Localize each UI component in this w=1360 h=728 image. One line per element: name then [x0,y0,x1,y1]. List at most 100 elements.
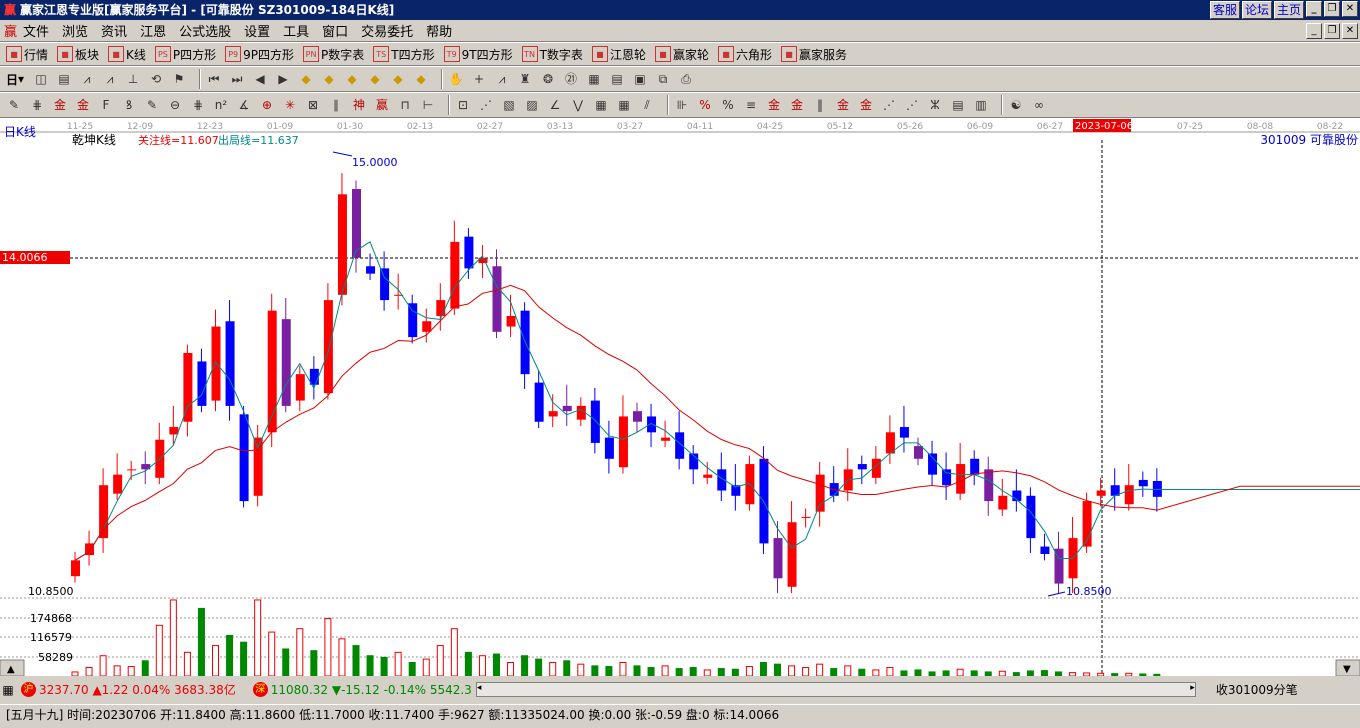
crosshair-icon[interactable]: + [471,71,487,87]
scroll-left-arrow[interactable]: ◂ [477,683,482,696]
gear-icon[interactable]: ❂ [540,71,556,87]
pen-icon[interactable]: ✎ [6,97,22,113]
menu-tools[interactable]: 工具 [283,21,309,40]
menu-file[interactable]: 文件 [23,21,49,40]
menu-formula[interactable]: 公式选股 [179,21,231,40]
box-icon[interactable]: ⊡ [455,97,471,113]
kline-chart[interactable]: 11-25 12-09 12-23 01-09 01-30 02-13 02-27 03-13… [0,118,1360,677]
bar2-icon[interactable]: ▤ [950,97,966,113]
toolbar-ps-button[interactable]: PS P四方形 [154,46,216,63]
toolbar-winner-wheel-button[interactable]: ■ 赢家轮 [654,46,709,63]
fan-icon[interactable]: ⋰ [478,97,494,113]
right-icon[interactable]: ◆ [321,71,337,87]
flag-icon[interactable]: ⚑ [171,71,187,87]
menu-settings[interactable]: 设置 [244,21,270,40]
hand-icon[interactable]: ✋ [448,71,464,87]
gann-grid-icon[interactable]: ▨ [524,97,540,113]
bar3-icon[interactable]: ▥ [973,97,989,113]
menu-news[interactable]: 资讯 [101,21,127,40]
grid-icon[interactable]: ⋕ [190,97,206,113]
gold4-icon[interactable]: 金 [789,97,805,113]
gold1-icon[interactable]: 金 [52,97,68,113]
circle-icon[interactable]: ⊖ [167,97,183,113]
toolbar-tn-button[interactable]: TN T数字表 [521,46,583,63]
scroll-right-arrow[interactable]: ▸ [1190,683,1195,696]
expand-icon[interactable]: ◆ [344,71,360,87]
menu-gann[interactable]: 江恩 [140,21,166,40]
calculator-icon[interactable]: ▦ [586,71,602,87]
zoom-out-icon[interactable]: ◆ [413,71,429,87]
mdi-restore-button[interactable]: ❐ [1324,23,1340,39]
infinity-icon[interactable]: ∞ [1031,97,1047,113]
chart9-icon[interactable]: ⩘ [102,71,118,87]
pct2-icon[interactable]: % [720,97,736,113]
toolbar-dollar-button[interactable]: ■ 赢家服务 [780,46,847,63]
close-button[interactable]: ✕ [1342,1,1358,17]
yinyang-icon[interactable]: ☯ [1008,97,1024,113]
zig-icon[interactable]: ⵣ [927,97,943,113]
fan3-icon[interactable]: ⋰ [904,97,920,113]
period-select[interactable]: 日 ▾ [6,71,24,88]
mdi-close-button[interactable]: ✕ [1342,23,1358,39]
star-icon[interactable]: ✳ [282,97,298,113]
fan2-icon[interactable]: ⋰ [881,97,897,113]
gift-icon[interactable]: ♜ [517,71,533,87]
gold5-icon[interactable]: 金 [835,97,851,113]
notes-icon[interactable]: ▤ [609,71,625,87]
gold3-icon[interactable]: 金 [766,97,782,113]
ruler-icon[interactable]: ⊪ [674,97,690,113]
refresh-icon[interactable]: ⟲ [148,71,164,87]
spiral-icon[interactable]: ꝸ [121,97,137,113]
wave-icon[interactable]: ⋁ [570,97,586,113]
home-button[interactable]: 主页 [1273,1,1304,19]
parallel-icon[interactable]: ∥ [328,97,344,113]
percent-icon[interactable]: % [697,97,713,113]
mdi-minimize-button[interactable]: _ [1306,23,1322,39]
chart-svg[interactable]: 11-25 12-09 12-23 01-09 01-30 02-13 02-27 03-13… [0,118,1360,677]
calendar-icon[interactable]: ㉑ [563,71,579,87]
toolbar-hexagon-button[interactable]: ■ 六角形 [717,46,772,63]
f-icon[interactable]: F [98,97,114,113]
gold6-icon[interactable]: 金 [858,97,874,113]
chart3-icon[interactable]: ⩘ [79,71,95,87]
toolbar-t9-button[interactable]: T9 9T四方形 [443,46,513,63]
first-icon[interactable]: ⏮ [206,71,222,87]
next-icon[interactable]: ▶ [275,71,291,87]
grid-table-icon[interactable]: ▦ [0,682,16,698]
save-icon[interactable]: ▣ [632,71,648,87]
range-icon[interactable]: ⊢ [420,97,436,113]
print-icon[interactable]: ⎙ [678,71,694,87]
n2-icon[interactable]: n² [213,97,229,113]
menu-window[interactable]: 窗口 [322,21,348,40]
shrink-icon[interactable]: ◆ [367,71,383,87]
eq-icon[interactable]: ≡ [743,97,759,113]
gann-box-icon[interactable]: ▧ [501,97,517,113]
grid2-icon[interactable]: ▦ [593,97,609,113]
shen-icon[interactable]: 神 [351,97,367,113]
gold2-icon[interactable]: 金 [75,97,91,113]
comb-icon[interactable]: ⊓ [397,97,413,113]
lines-icon[interactable]: ⋕ [29,97,45,113]
restore-button[interactable]: ❐ [1324,1,1340,17]
options-icon[interactable]: ◫ [33,71,49,87]
menu-browse[interactable]: 浏览 [62,21,88,40]
zigzag-icon[interactable]: ⩘ [494,71,510,87]
slash-icon[interactable]: ⫽ [639,97,655,113]
toolbar-p9-button[interactable]: P9 9P四方形 [225,46,294,63]
last-icon[interactable]: ⏭ [229,71,245,87]
target-icon[interactable]: ⊕ [259,97,275,113]
info-icon[interactable]: ▤ [56,71,72,87]
toolbar-pn-button[interactable]: PN P数字表 [303,46,364,63]
grid3-icon[interactable]: ▦ [616,97,632,113]
prev-icon[interactable]: ◀ [252,71,268,87]
customer-service-button[interactable]: 客服 [1209,1,1240,19]
minimize-button[interactable]: _ [1306,1,1322,17]
forum-button[interactable]: 论坛 [1241,1,1272,19]
tick-detail-label[interactable]: 收301009分笔 [1216,681,1298,698]
menu-help[interactable]: 帮助 [426,21,452,40]
export-icon[interactable]: ⧉ [655,71,671,87]
toolbar-grid-table-button[interactable]: ■ 行情 [6,46,48,63]
toolbar-ts-button[interactable]: TS T四方形 [373,46,435,63]
pen2-icon[interactable]: ✎ [144,97,160,113]
left-icon[interactable]: ◆ [298,71,314,87]
